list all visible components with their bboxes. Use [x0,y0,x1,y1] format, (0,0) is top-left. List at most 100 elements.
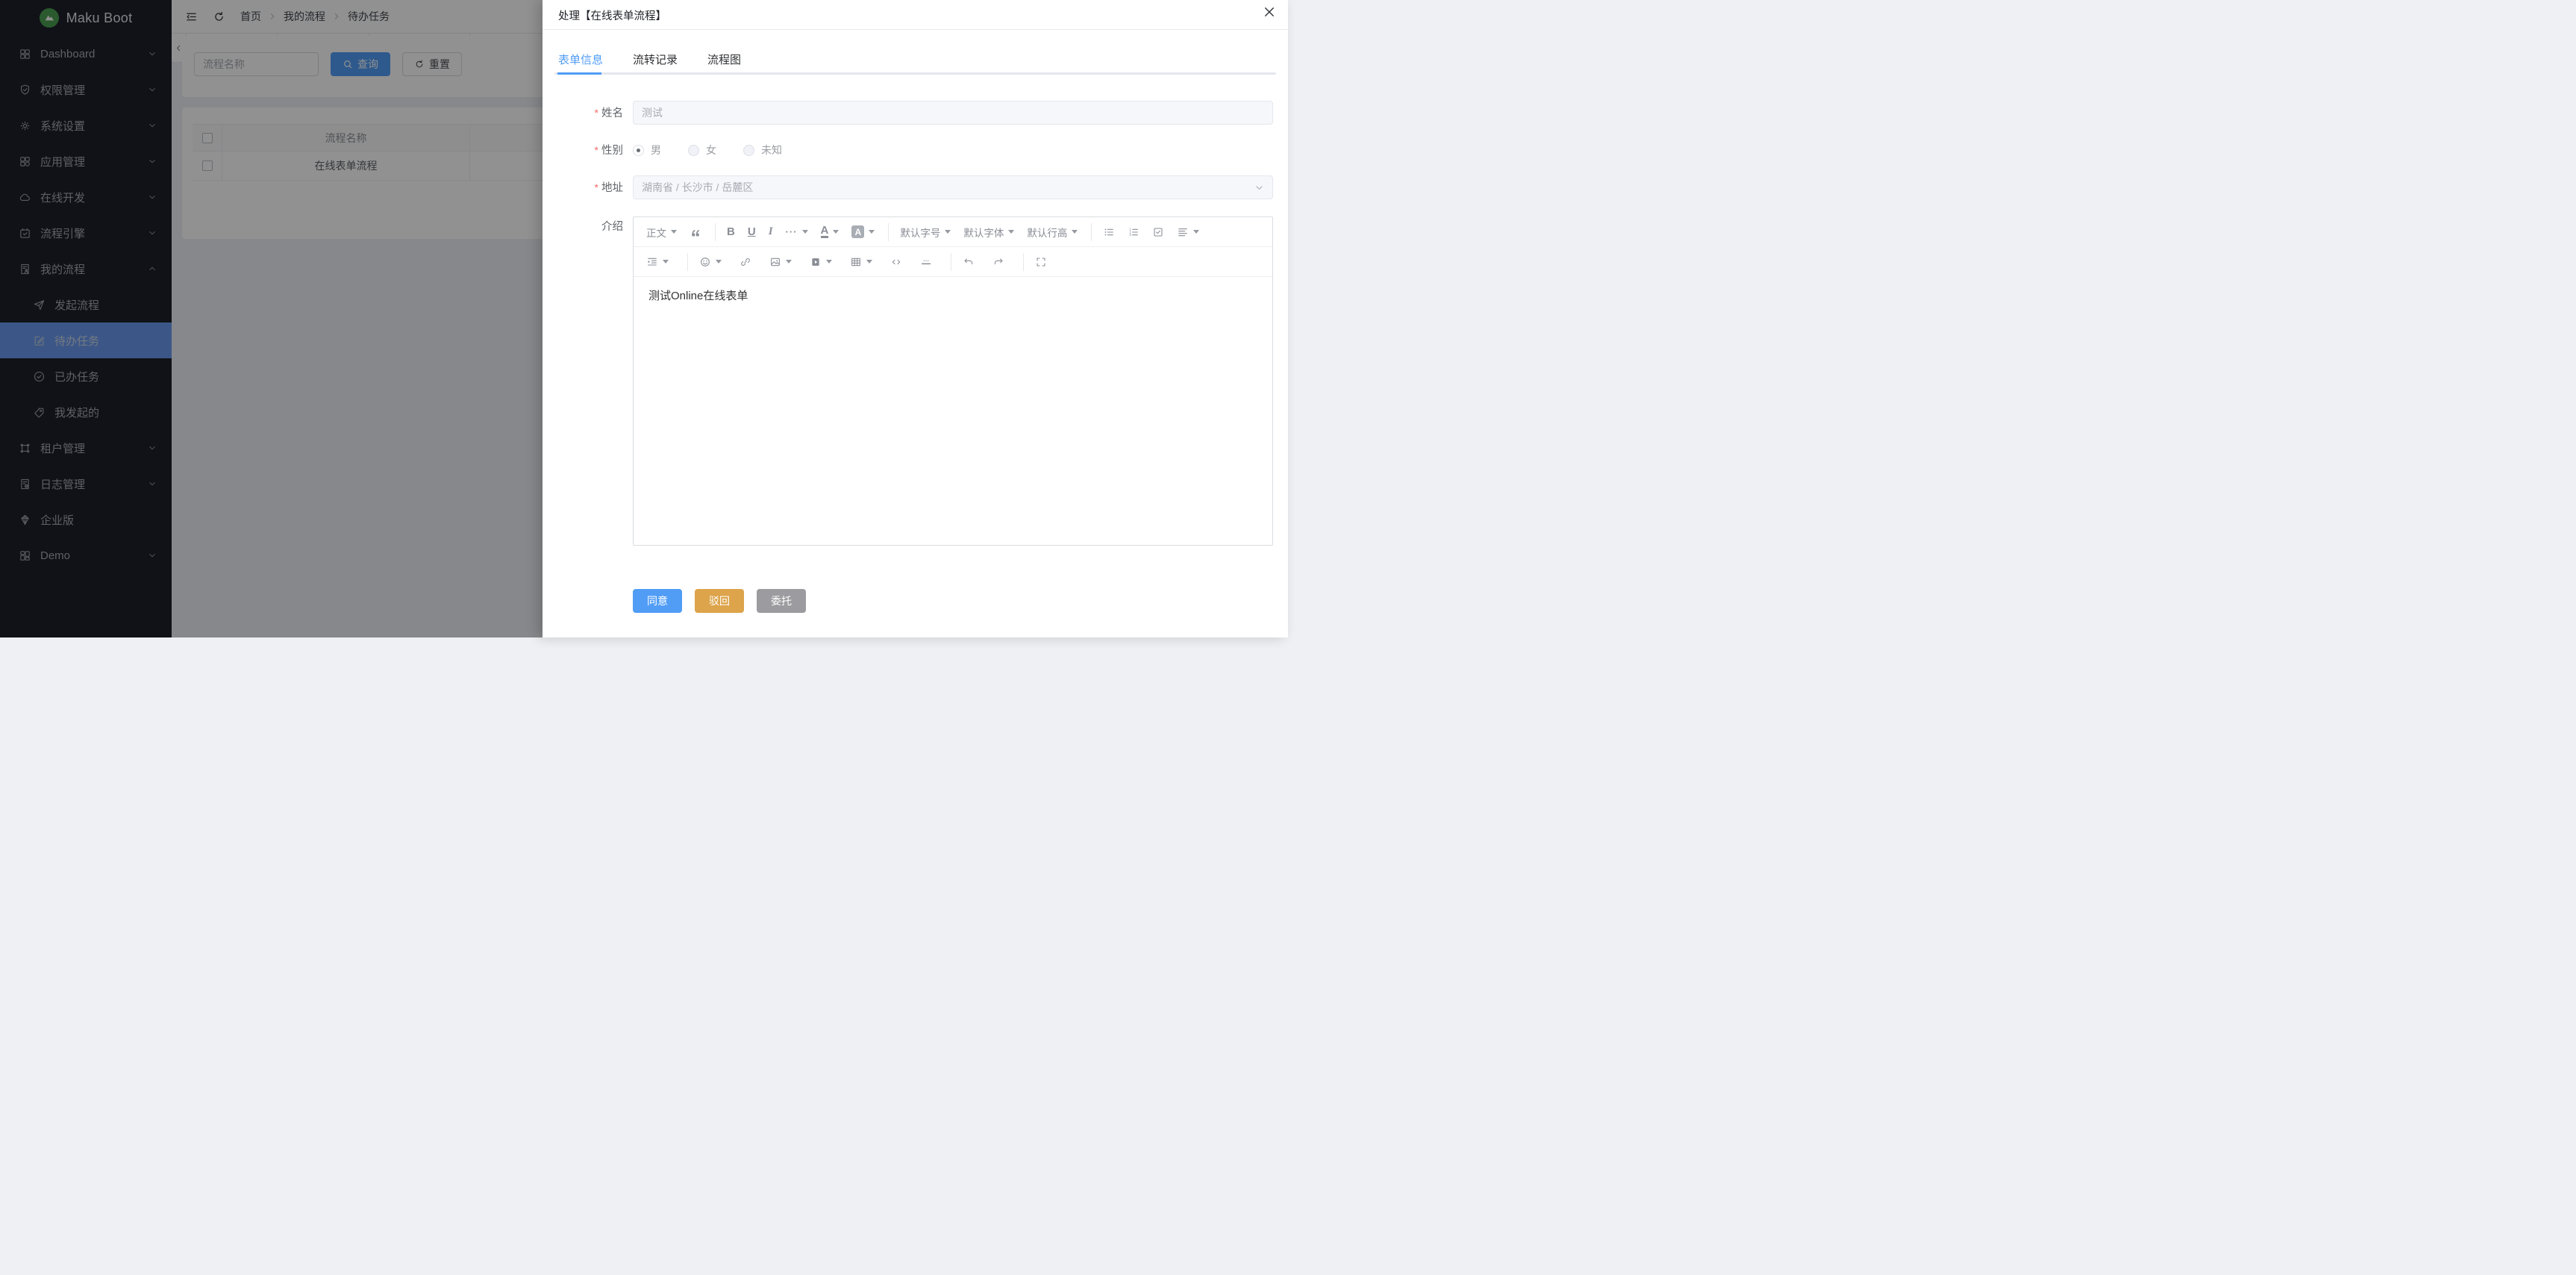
chevron-down-icon [1254,183,1264,193]
gender-radio-group: 男 女 未知 [633,138,1273,162]
action-buttons: 同意驳回委托 [633,589,806,613]
dropdown-caret-icon [1008,230,1014,234]
dropdown-caret-icon [786,260,792,264]
toolbar-divider [888,223,889,241]
indent-icon [646,256,658,268]
radio-circle-icon [688,145,699,156]
italic-icon: I [769,225,773,238]
required-asterisk: * [595,107,598,119]
divider-line-button[interactable] [918,252,934,272]
close-icon[interactable] [1263,5,1276,19]
radio-label: 女 [706,143,716,158]
fullscreen-button[interactable] [1033,252,1049,272]
emoji-button[interactable] [697,252,724,272]
radio-circle-icon [633,145,644,156]
name-field[interactable] [633,101,1273,125]
approve-button[interactable]: 同意 [633,589,682,613]
divider-line-icon [920,256,932,268]
indent-button[interactable] [644,252,671,272]
drawer-tab[interactable]: 流转记录 [633,45,678,73]
toolbar-divider [715,223,716,241]
quote-icon [690,226,701,238]
redo-icon [992,256,1004,268]
dropdown-caret-icon [1193,230,1199,234]
gender-radio[interactable]: 未知 [743,143,782,158]
delegate-button[interactable]: 委托 [757,589,806,613]
drawer-header: 处理【在线表单流程】 [543,0,1288,30]
rich-text-editor: 正文 BUI ··· A A 默认字号 默认字体默认行高 123 测试Online在线表单 [633,216,1273,546]
font-size-button[interactable]: 默认字号 [898,222,953,242]
undo-button[interactable] [960,252,977,272]
italic-button[interactable]: I [766,222,775,242]
quote-button[interactable] [687,222,704,242]
line-height-button[interactable]: 默认行高 [1025,222,1080,242]
video-button[interactable] [807,252,834,272]
image-button[interactable] [767,252,794,272]
dropdown-caret-icon [716,260,722,264]
name-label: *姓名 [543,101,623,125]
reject-button[interactable]: 驳回 [695,589,744,613]
todo-list-button[interactable] [1150,222,1166,242]
intro-label: 介绍 [543,215,623,239]
fullscreen-icon [1035,256,1047,268]
undo-icon [963,256,975,268]
editor-content[interactable]: 测试Online在线表单 [634,277,1272,314]
dropdown-caret-icon [866,260,872,264]
ordered-list-button[interactable]: 123 [1125,222,1142,242]
table-button[interactable] [848,252,875,272]
required-asterisk: * [595,181,598,193]
toolbar-divider [1023,253,1024,271]
todo-list-icon [1152,226,1164,238]
gender-radio[interactable]: 男 [633,143,661,158]
gender-label: *性别 [543,138,623,163]
dropdown-caret-icon [1072,230,1078,234]
more-styles-button[interactable]: ··· [784,222,810,242]
paragraph-style-label: 正文 [646,225,666,240]
address-label: *地址 [543,175,623,200]
address-select[interactable]: 湖南省 / 长沙市 / 岳麓区 [633,175,1273,199]
address-value: 湖南省 / 长沙市 / 岳麓区 [642,180,753,195]
emoji-icon [699,256,711,268]
code-block-button[interactable] [888,252,904,272]
dropdown-caret-icon [663,260,669,264]
bold-button[interactable]: B [725,222,737,242]
dropdown-caret-icon [869,230,875,234]
link-button[interactable] [737,252,754,272]
more-styles-icon: ··· [786,226,798,237]
redo-button[interactable] [990,252,1007,272]
dropdown-caret-icon [671,230,677,234]
font-color-button[interactable]: A [819,222,842,242]
app-root: Maku Boot Dashboard权限管理系统设置应用管理在线开发流程引擎我… [0,0,1288,638]
drawer-tab[interactable]: 表单信息 [558,45,603,73]
bullet-list-icon [1103,226,1115,238]
font-color-icon: A [821,225,829,238]
dropdown-caret-icon [826,260,832,264]
align-button[interactable] [1175,222,1201,242]
paragraph-style-button[interactable]: 正文 [644,222,679,242]
dropdown-caret-icon [802,230,808,234]
required-asterisk: * [595,144,598,156]
image-icon [769,256,781,268]
font-size-label: 默认字号 [900,225,940,240]
link-icon [740,256,751,268]
drawer-tabs: 表单信息 流转记录 流程图 [558,45,741,73]
tabs-active-bar [557,72,601,75]
underline-button[interactable]: U [745,222,758,242]
bold-icon: B [727,225,735,238]
font-family-button[interactable]: 默认字体 [961,222,1016,242]
bullet-list-button[interactable] [1101,222,1117,242]
bg-color-icon: A [851,225,864,238]
drawer-title: 处理【在线表单流程】 [558,0,666,30]
underline-icon: U [748,225,756,238]
line-height-label: 默认行高 [1027,225,1067,240]
drawer-tab[interactable]: 流程图 [707,45,741,73]
table-icon [850,256,862,268]
ordered-list-icon: 123 [1128,226,1139,238]
align-icon [1177,226,1189,238]
bg-color-button[interactable]: A [849,222,877,242]
editor-toolbar-row1: 正文 BUI ··· A A 默认字号 默认字体默认行高 123 [634,217,1272,247]
svg-text:3: 3 [1130,233,1132,237]
tabs-track [554,72,1276,75]
toolbar-divider [1091,223,1092,241]
gender-radio[interactable]: 女 [688,143,716,158]
